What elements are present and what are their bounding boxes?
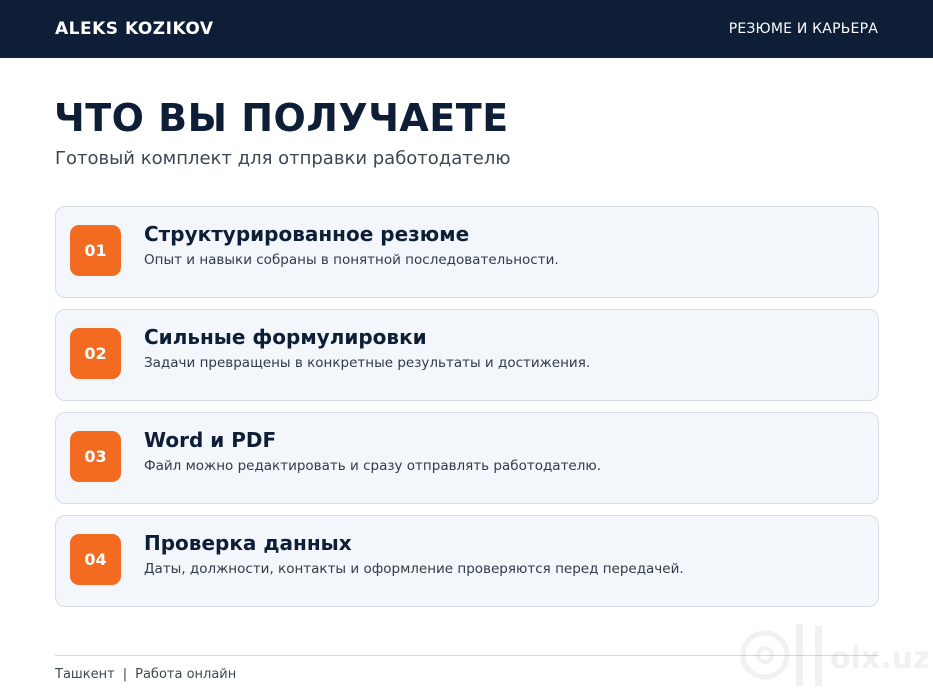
footer-separator: | <box>122 667 128 682</box>
top-navigation-bar: ALEKS KOZIKOV РЕЗЮМЕ И КАРЬЕРА <box>0 0 933 58</box>
feature-title: Сильные формулировки <box>144 325 427 349</box>
page-subtitle: Готовый комплект для отправки работодате… <box>55 148 511 169</box>
feature-card-data-check: 04 Проверка данных Даты, должности, конт… <box>55 515 879 607</box>
page-title: ЧТО ВЫ ПОЛУЧАЕТЕ <box>54 96 509 140</box>
footer-city: Ташкент <box>55 667 115 682</box>
feature-card-word-pdf: 03 Word и PDF Файл можно редактировать и… <box>55 412 879 504</box>
feature-number-badge: 03 <box>70 431 121 482</box>
feature-card-strong-wording: 02 Сильные формулировки Задачи превращен… <box>55 309 879 401</box>
feature-number-badge: 02 <box>70 328 121 379</box>
feature-description: Файл можно редактировать и сразу отправл… <box>144 458 602 474</box>
feature-description: Задачи превращены в конкретные результат… <box>144 355 591 371</box>
feature-number-badge: 01 <box>70 225 121 276</box>
footer: Ташкент | Работа онлайн <box>55 667 236 682</box>
feature-title: Проверка данных <box>144 531 352 555</box>
nav-link-resume-career[interactable]: РЕЗЮМЕ И КАРЬЕРА <box>729 21 878 37</box>
watermark-text: olx.uz <box>830 641 928 676</box>
feature-description: Опыт и навыки собраны в понятной последо… <box>144 252 559 268</box>
footer-divider <box>55 655 879 656</box>
feature-title: Структурированное резюме <box>144 222 470 246</box>
feature-list: 01 Структурированное резюме Опыт и навык… <box>55 206 879 618</box>
brand-logo-text[interactable]: ALEKS KOZIKOV <box>55 19 214 39</box>
feature-card-structured-resume: 01 Структурированное резюме Опыт и навык… <box>55 206 879 298</box>
feature-description: Даты, должности, контакты и оформление п… <box>144 561 684 577</box>
feature-number-badge: 04 <box>70 534 121 585</box>
feature-title: Word и PDF <box>144 428 277 452</box>
footer-work-mode: Работа онлайн <box>135 667 237 682</box>
